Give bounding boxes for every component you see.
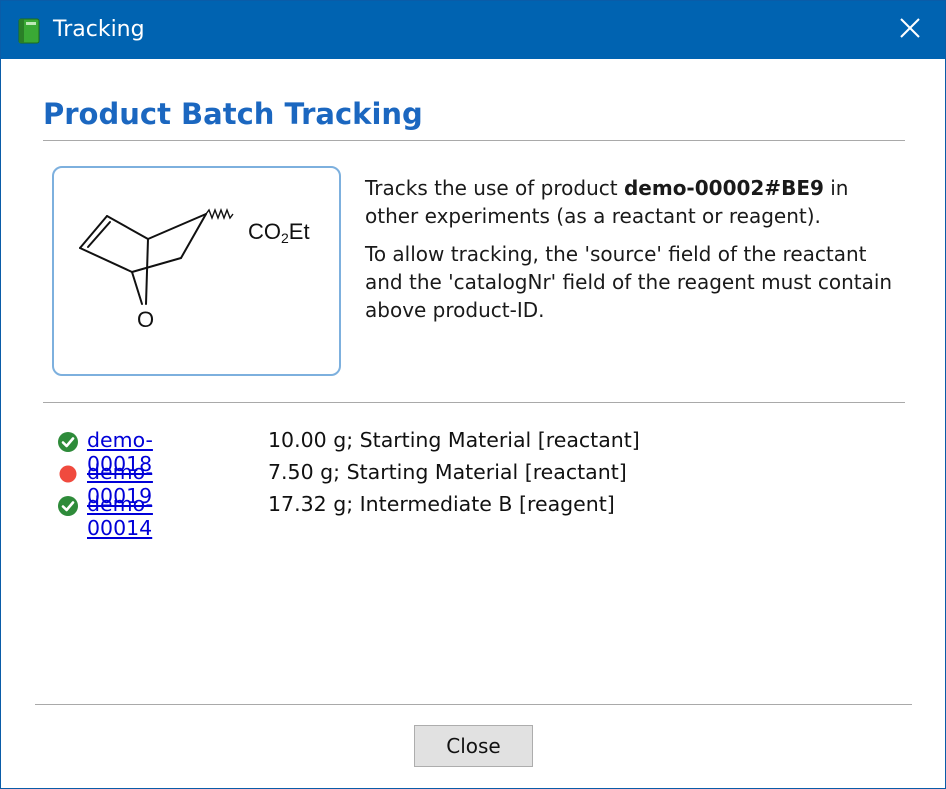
description-paragraph-1: Tracks the use of product demo-00002#BE9…	[365, 174, 905, 230]
description-prefix: Tracks the use of product	[365, 176, 624, 200]
item-info: 7.50 g; Starting Material [reactant]	[268, 460, 627, 484]
chemical-structure: CO2Et O	[52, 166, 341, 376]
page-title: Product Batch Tracking	[43, 97, 423, 131]
experiment-link[interactable]: demo-00014	[87, 492, 153, 540]
co2et-label-main: CO	[248, 219, 281, 244]
red-dot-icon	[58, 464, 78, 484]
structure-drawing: CO2Et O	[79, 208, 310, 332]
item-info: 10.00 g; Starting Material [reactant]	[268, 428, 640, 452]
check-circle-icon	[58, 432, 78, 452]
item-info: 17.32 g; Intermediate B [reagent]	[268, 492, 615, 516]
oxygen-label: O	[137, 307, 154, 332]
product-id: demo-00002#BE9	[623, 176, 824, 200]
close-button[interactable]: Close	[414, 725, 533, 767]
window-title: Tracking	[53, 17, 145, 42]
divider	[43, 402, 905, 403]
title-bar: Tracking	[1, 1, 945, 59]
co2et-label-end: Et	[289, 219, 310, 244]
divider	[43, 140, 905, 141]
description-paragraph-2: To allow tracking, the 'source' field of…	[365, 242, 893, 322]
svg-text:CO2Et: CO2Et	[248, 219, 310, 246]
green-book-icon	[18, 18, 40, 44]
tracking-dialog: Tracking Product Batch Tracking CO2Et O …	[0, 0, 946, 789]
close-icon	[900, 18, 920, 42]
close-window-button[interactable]	[875, 1, 945, 59]
description: Tracks the use of product demo-00002#BE9…	[365, 174, 905, 334]
check-circle-icon	[58, 496, 78, 516]
co2et-label-sub: 2	[281, 230, 289, 246]
footer-divider	[35, 704, 912, 705]
